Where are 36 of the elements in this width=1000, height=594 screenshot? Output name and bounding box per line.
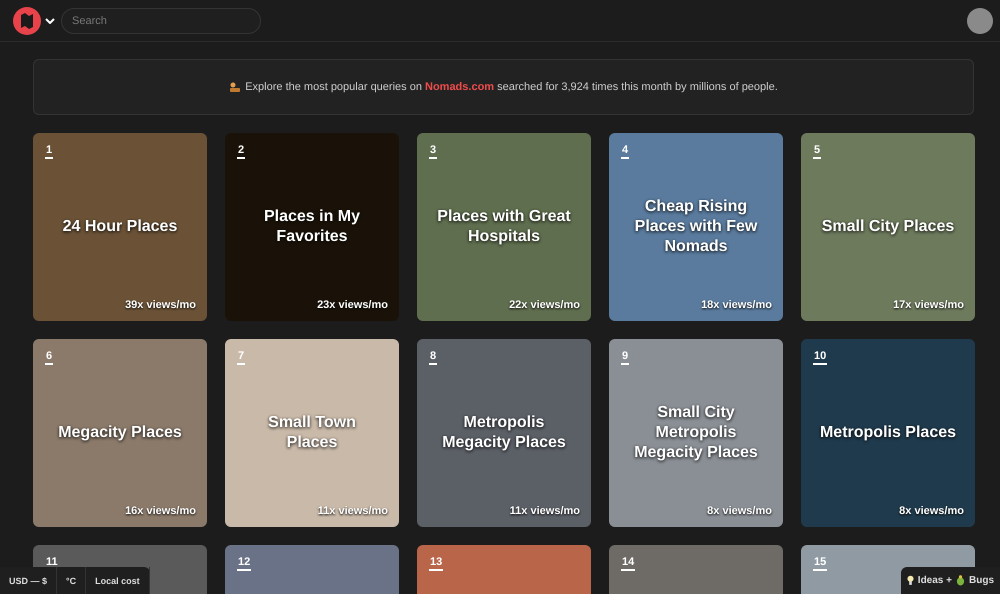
views-count: 11x views/mo xyxy=(510,505,580,517)
card-title: Places in My Favorites xyxy=(262,207,362,247)
rank-number: 8 xyxy=(429,350,438,365)
rank-number: 4 xyxy=(621,144,630,159)
views-count: 39x views/mo xyxy=(125,299,196,311)
card-title: Metropolis Places xyxy=(820,423,956,443)
views-count: 8x views/mo xyxy=(899,505,964,517)
views-count: 11x views/mo xyxy=(318,505,388,517)
views-count: 16x views/mo xyxy=(125,505,196,517)
rank-number: 15 xyxy=(813,556,828,571)
card-title: Small City Places xyxy=(822,217,954,237)
card-title: Small City Metropolis Megacity Places xyxy=(633,403,759,463)
rank-number: 5 xyxy=(813,144,822,159)
views-count: 8x views/mo xyxy=(707,505,772,517)
card-title: Metropolis Megacity Places xyxy=(441,413,567,453)
card-title: Cheap Rising Places with Few Nomads xyxy=(634,197,758,257)
card-title: 24 Hour Places xyxy=(62,217,178,237)
ideas-label: Ideas + xyxy=(918,575,952,586)
card-title: Small Town Places xyxy=(267,413,357,453)
rank-number: 12 xyxy=(237,556,252,571)
rank-number: 6 xyxy=(45,350,54,365)
views-count: 17x views/mo xyxy=(893,299,964,311)
rank-number: 10 xyxy=(813,350,828,365)
rank-number: 7 xyxy=(237,350,246,365)
rank-number: 9 xyxy=(621,350,630,365)
views-count: 23x views/mo xyxy=(317,299,388,311)
rank-number: 14 xyxy=(621,556,636,571)
views-count: 22x views/mo xyxy=(509,299,580,311)
rank-number: 1 xyxy=(45,144,54,159)
rank-number: 13 xyxy=(429,556,444,571)
card-title: Megacity Places xyxy=(58,423,182,443)
views-count: 18x views/mo xyxy=(701,299,772,311)
rank-number: 3 xyxy=(429,144,438,159)
banner-text: Explore the most popular queries on Nomads.com searched for 3,924 times this month by millions of people. xyxy=(245,81,778,93)
rank-number: 2 xyxy=(237,144,246,159)
card-title: Places with Great Hospitals xyxy=(436,207,572,247)
